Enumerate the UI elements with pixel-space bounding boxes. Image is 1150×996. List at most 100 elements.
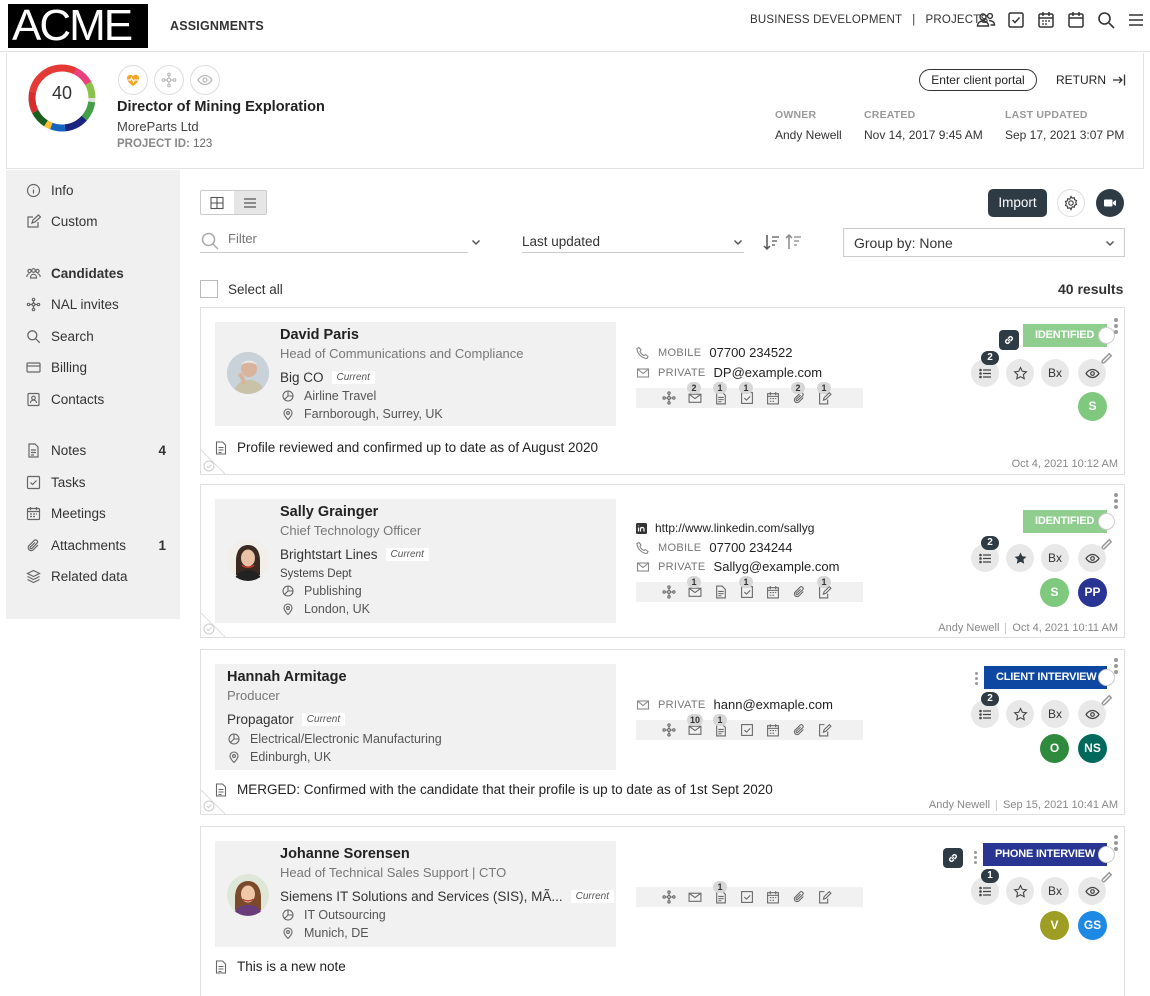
- activity-calendar-button[interactable]: [760, 585, 786, 599]
- sidebar-item-related-data[interactable]: Related data: [26, 569, 166, 584]
- favorite-button[interactable]: [1006, 544, 1034, 572]
- sidebar-item-nal-invites[interactable]: NAL invites: [26, 297, 166, 312]
- edit-status-button[interactable]: [1098, 327, 1115, 365]
- sidebar-item-tasks[interactable]: Tasks: [26, 475, 166, 490]
- contact-value[interactable]: 07700 234522: [709, 345, 792, 360]
- filter-input[interactable]: [228, 231, 458, 246]
- activity-document-button[interactable]: [708, 585, 734, 599]
- shortlist-button[interactable]: 2: [971, 351, 999, 387]
- status-badge[interactable]: PHONE INTERVIEW: [983, 843, 1115, 884]
- activity-calendar-button[interactable]: [760, 391, 786, 405]
- activity-edit-document-button[interactable]: [812, 890, 838, 904]
- bx-button[interactable]: Bx: [1041, 359, 1069, 387]
- linked-button[interactable]: [943, 848, 963, 868]
- user-bubble[interactable]: NS: [1078, 734, 1107, 763]
- activity-document-button[interactable]: 1: [708, 714, 734, 737]
- sidebar-item-search[interactable]: Search: [26, 329, 166, 344]
- sidebar-item-contacts[interactable]: Contacts: [26, 392, 166, 407]
- project-company[interactable]: MoreParts Ltd: [117, 119, 199, 134]
- contact-value[interactable]: Sallyg@example.com: [714, 559, 840, 574]
- watch-button[interactable]: [1078, 700, 1106, 728]
- activity-checkbox-button[interactable]: 1: [734, 576, 760, 599]
- chevron-down-icon[interactable]: [470, 236, 482, 248]
- sidebar-item-meetings[interactable]: Meetings: [26, 506, 166, 521]
- activity-calendar-button[interactable]: [760, 723, 786, 737]
- activity-document-button[interactable]: 1: [708, 382, 734, 405]
- calendar-icon[interactable]: [1066, 10, 1086, 30]
- more-options-icon[interactable]: [974, 851, 978, 866]
- activity-envelope-button[interactable]: 2: [682, 382, 708, 405]
- select-all-label[interactable]: Select all: [228, 282, 283, 297]
- candidate-card[interactable]: David Paris Head of Communications and C…: [200, 307, 1125, 475]
- enter-client-portal-button[interactable]: Enter client portal: [919, 69, 1037, 91]
- nav-business-development[interactable]: BUSINESS DEVELOPMENT: [750, 14, 902, 26]
- shortlist-button[interactable]: 2: [971, 692, 999, 728]
- edit-status-button[interactable]: [1098, 669, 1115, 707]
- activity-checkbox-button[interactable]: [734, 723, 760, 737]
- linkedin-url[interactable]: http://www.linkedin.com/sallyg: [655, 521, 814, 535]
- bx-button[interactable]: Bx: [1041, 877, 1069, 905]
- avatar[interactable]: [227, 539, 269, 581]
- edit-status-button[interactable]: [1098, 513, 1115, 551]
- candidate-card[interactable]: Hannah Armitage Producer Propagator Curr…: [200, 649, 1125, 815]
- grid-view-button[interactable]: [201, 191, 234, 214]
- bx-button[interactable]: Bx: [1041, 544, 1069, 572]
- check-corner[interactable]: [201, 444, 231, 474]
- acme-logo[interactable]: ACME: [8, 4, 148, 48]
- checkbox-icon[interactable]: [1006, 10, 1026, 30]
- footer-user[interactable]: Andy Newell: [929, 799, 990, 811]
- search-icon[interactable]: [1096, 10, 1116, 30]
- more-options-icon[interactable]: [1114, 835, 1118, 853]
- shortlist-button[interactable]: 1: [971, 869, 999, 905]
- activity-network-button[interactable]: [656, 723, 682, 737]
- activity-checkbox-button[interactable]: 1: [734, 382, 760, 405]
- activity-edit-document-button[interactable]: [812, 723, 838, 737]
- status-badge[interactable]: IDENTIFIED: [1023, 324, 1115, 365]
- note-text[interactable]: This is a new note: [237, 959, 346, 974]
- footer-user[interactable]: Andy Newell: [938, 622, 999, 634]
- note-text[interactable]: MERGED: Confirmed with the candidate tha…: [237, 782, 773, 797]
- activity-envelope-button[interactable]: 10: [682, 714, 708, 737]
- candidate-name[interactable]: Hannah Armitage: [227, 669, 347, 685]
- company-name[interactable]: Brightstart Lines: [280, 547, 378, 562]
- note-text[interactable]: Profile reviewed and confirmed up to dat…: [237, 440, 598, 455]
- sidebar-item-billing[interactable]: Billing: [26, 360, 166, 375]
- status-badge[interactable]: IDENTIFIED: [1023, 510, 1115, 551]
- sort-select[interactable]: Last updated: [522, 229, 744, 253]
- user-bubble[interactable]: O: [1040, 734, 1069, 763]
- network-button[interactable]: [154, 65, 184, 95]
- watch-button[interactable]: [1078, 359, 1106, 387]
- calendar-grid-icon[interactable]: [1036, 10, 1056, 30]
- sidebar-item-info[interactable]: Info: [26, 183, 166, 198]
- candidate-card[interactable]: Johanne Sorensen Head of Technical Sales…: [200, 826, 1125, 996]
- activity-edit-document-button[interactable]: 1: [812, 576, 838, 599]
- status-badge[interactable]: CLIENT INTERVIEW: [984, 666, 1115, 707]
- edit-status-button[interactable]: [1098, 846, 1115, 884]
- activity-paperclip-button[interactable]: [786, 585, 812, 599]
- contact-value[interactable]: hann@exmaple.com: [714, 697, 833, 712]
- activity-paperclip-button[interactable]: 2: [786, 382, 812, 405]
- more-options-icon[interactable]: [1114, 493, 1118, 511]
- check-corner[interactable]: [201, 784, 231, 814]
- more-options-icon[interactable]: [1114, 318, 1118, 336]
- company-name[interactable]: Siemens IT Solutions and Services (SIS),…: [280, 889, 563, 904]
- menu-icon[interactable]: [1126, 10, 1146, 30]
- sidebar-item-notes[interactable]: Notes 4: [26, 443, 166, 458]
- favorite-button[interactable]: [1006, 359, 1034, 387]
- user-bubble[interactable]: PP: [1078, 578, 1107, 607]
- watch-button[interactable]: [1078, 544, 1106, 572]
- activity-document-button[interactable]: 1: [708, 881, 734, 904]
- contact-value[interactable]: 07700 234244: [709, 540, 792, 555]
- activity-checkbox-button[interactable]: [734, 890, 760, 904]
- more-options-icon[interactable]: [975, 672, 979, 687]
- sidebar-item-custom[interactable]: Custom: [26, 214, 166, 229]
- list-view-button[interactable]: [233, 191, 266, 214]
- sidebar-item-attachments[interactable]: Attachments 1: [26, 538, 166, 553]
- more-options-icon[interactable]: [1114, 658, 1118, 676]
- company-name[interactable]: Propagator: [227, 712, 294, 727]
- favorite-button[interactable]: [1006, 700, 1034, 728]
- linked-button[interactable]: [999, 330, 1019, 350]
- activity-network-button[interactable]: [656, 585, 682, 599]
- watch-button[interactable]: [1078, 877, 1106, 905]
- activity-edit-document-button[interactable]: 1: [812, 382, 838, 405]
